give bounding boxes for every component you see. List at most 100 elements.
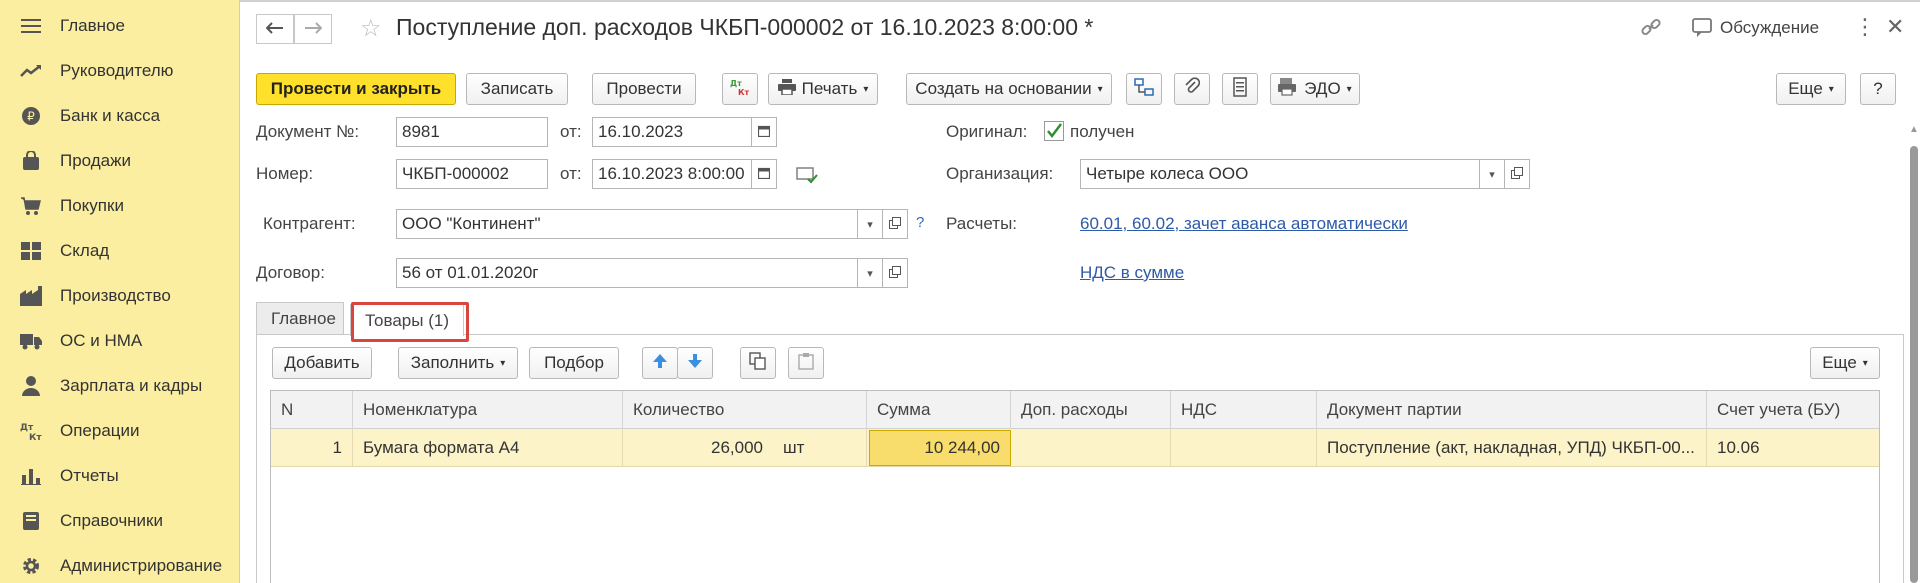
favorite-star-icon[interactable]: ☆ (360, 16, 386, 42)
column-header-batch-doc[interactable]: Документ партии (1317, 391, 1707, 429)
chevron-down-icon: ▾ (500, 357, 506, 369)
organization-field[interactable]: Четыре колеса ООО (1080, 159, 1480, 189)
doc-number-field[interactable]: 8981 (396, 117, 548, 147)
sidebar-item-assets[interactable]: ОС и НМА (0, 321, 240, 361)
sidebar-item-bank[interactable]: ₽ Банк и касса (0, 96, 240, 136)
cell-nomenclature[interactable]: Бумага формата А4 (353, 429, 623, 467)
help-button[interactable]: ? (1860, 73, 1896, 105)
calendar-button[interactable] (751, 117, 777, 147)
original-checkbox[interactable] (1044, 121, 1064, 141)
column-header-extra-costs[interactable]: Доп. расходы (1011, 391, 1171, 429)
tab-main[interactable]: Главное (256, 302, 344, 334)
more-button[interactable]: Еще ▾ (1776, 73, 1846, 105)
print-button[interactable]: Печать ▾ (768, 73, 878, 105)
kebab-menu-icon[interactable]: ⋮ (1854, 14, 1876, 40)
sidebar-item-salary[interactable]: Зарплата и кадры (0, 366, 240, 406)
close-icon[interactable]: ✕ (1886, 14, 1904, 40)
table-row[interactable]: 1 Бумага формата А4 26,000 шт 10 244,00 … (271, 429, 1879, 467)
chevron-down-icon: ▾ (1097, 83, 1103, 95)
document-list-icon (1233, 76, 1247, 102)
calendar-icon (757, 167, 771, 182)
doc-date-field[interactable]: 16.10.2023 (592, 117, 752, 147)
sidebar-item-reports[interactable]: Отчеты (0, 456, 240, 496)
paperclip-icon (1184, 76, 1201, 102)
sidebar-item-admin[interactable]: Администрирование (0, 546, 240, 583)
post-and-close-button[interactable]: Провести и закрыть (256, 73, 456, 105)
move-down-button[interactable] (677, 347, 713, 379)
cell-quantity[interactable]: 26,000 (623, 429, 773, 467)
organization-open-button[interactable] (1504, 159, 1530, 189)
table-more-button[interactable]: Еще ▾ (1810, 347, 1880, 379)
original-label: Оригинал: (946, 122, 1028, 141)
cell-extra-costs[interactable] (1011, 429, 1171, 467)
edo-icon (1278, 77, 1298, 101)
sidebar-item-label: Производство (60, 286, 171, 305)
sidebar-item-sales[interactable]: Продажи (0, 141, 240, 181)
column-header-nomenclature[interactable]: Номенклатура (353, 391, 623, 429)
original-value: получен (1070, 122, 1135, 141)
vat-link[interactable]: НДС в сумме (1080, 263, 1184, 283)
cell-vat[interactable] (1171, 429, 1317, 467)
sidebar-item-purchases[interactable]: Покупки (0, 186, 240, 226)
open-form-icon (889, 216, 901, 232)
top-divider (240, 0, 1920, 2)
number-date-field[interactable]: 16.10.2023 8:00:00 (592, 159, 752, 189)
column-header-quantity[interactable]: Количество (623, 391, 867, 429)
link-icon[interactable] (1640, 16, 1662, 44)
cell-unit: шт (773, 429, 867, 467)
contract-label: Договор: (256, 263, 325, 282)
dtkt-button[interactable]: Дт Кт (722, 73, 758, 105)
create-based-on-button[interactable]: Создать на основании ▾ (906, 73, 1112, 105)
organization-dropdown-button[interactable]: ▾ (1479, 159, 1505, 189)
ledger-button[interactable] (1222, 73, 1258, 105)
scroll-up-icon[interactable]: ▲ (1908, 124, 1920, 136)
column-header-sum[interactable]: Сумма (867, 391, 1011, 429)
sidebar-item-warehouse[interactable]: Склад (0, 231, 240, 271)
column-header-vat[interactable]: НДС (1171, 391, 1317, 429)
scroll-thumb[interactable] (1910, 146, 1918, 583)
number-edit-icon[interactable] (796, 166, 818, 189)
tab-highlight-frame (351, 302, 469, 342)
cell-sum[interactable]: 10 244,00 (869, 430, 1011, 466)
edo-button[interactable]: ЭДО ▾ (1270, 73, 1360, 105)
sidebar-item-main[interactable]: Главное (0, 6, 240, 46)
pick-button[interactable]: Подбор (529, 347, 619, 379)
copy-button[interactable] (740, 347, 776, 379)
sidebar-item-production[interactable]: Производство (0, 276, 240, 316)
paste-button[interactable] (788, 347, 824, 379)
sidebar-item-manager[interactable]: Руководителю (0, 51, 240, 91)
sidebar-item-operations[interactable]: Дт Кт Операции (0, 411, 240, 451)
calendar-button[interactable] (751, 159, 777, 189)
vertical-scrollbar[interactable]: ▲ (1908, 124, 1920, 583)
structure-button[interactable] (1126, 73, 1162, 105)
save-button[interactable]: Записать (466, 73, 568, 105)
discussion-button[interactable]: Обсуждение (1720, 18, 1819, 38)
settlements-link[interactable]: 60.01, 60.02, зачет аванса автоматически (1080, 214, 1408, 234)
counterparty-open-button[interactable] (882, 209, 908, 239)
sidebar-item-catalogs[interactable]: Справочники (0, 501, 240, 541)
fill-label: Заполнить (410, 353, 495, 372)
svg-text:Кт: Кт (29, 433, 42, 441)
chevron-down-icon: ▾ (1828, 83, 1834, 95)
back-button[interactable] (256, 14, 294, 44)
number-field[interactable]: ЧКБП-000002 (396, 159, 548, 189)
forward-button[interactable] (294, 14, 332, 44)
cell-batch-doc[interactable]: Поступление (акт, накладная, УПД) ЧКБП-0… (1317, 429, 1707, 467)
fill-button[interactable]: Заполнить ▾ (398, 347, 518, 379)
attach-button[interactable] (1174, 73, 1210, 105)
counterparty-field[interactable]: ООО "Континент" (396, 209, 858, 239)
sidebar-item-label: Отчеты (60, 466, 119, 485)
column-header-n[interactable]: N (271, 391, 353, 429)
post-button[interactable]: Провести (592, 73, 696, 105)
contract-dropdown-button[interactable]: ▾ (857, 258, 883, 288)
table-more-label: Еще (1822, 353, 1857, 372)
help-question-icon[interactable]: ? (916, 214, 924, 231)
add-button[interactable]: Добавить (272, 347, 372, 379)
cell-account[interactable]: 10.06 (1707, 429, 1879, 467)
table-header: N Номенклатура Количество Сумма Доп. рас… (271, 391, 1879, 429)
contract-field[interactable]: 56 от 01.01.2020г (396, 258, 858, 288)
counterparty-dropdown-button[interactable]: ▾ (857, 209, 883, 239)
move-up-button[interactable] (642, 347, 678, 379)
contract-open-button[interactable] (882, 258, 908, 288)
column-header-account[interactable]: Счет учета (БУ) (1707, 391, 1879, 429)
